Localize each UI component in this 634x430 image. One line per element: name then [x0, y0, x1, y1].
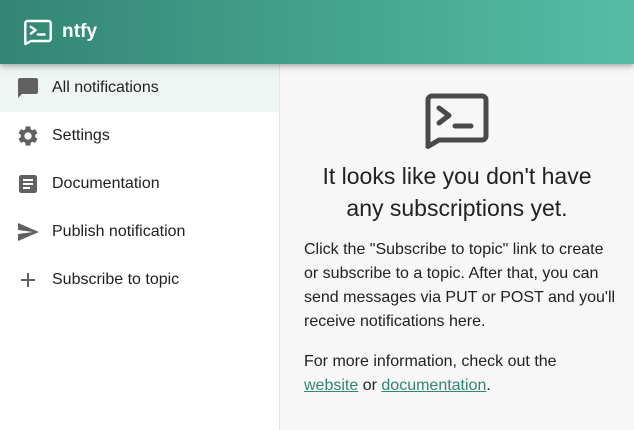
more-info-text: For more information, check out the	[304, 353, 557, 370]
sidebar-item-publish-notification[interactable]: Publish notification	[0, 208, 279, 256]
sidebar-item-documentation[interactable]: Documentation	[0, 160, 279, 208]
article-icon	[19, 175, 37, 193]
more-info-paragraph: For more information, check out the websi…	[304, 350, 622, 398]
or-text: or	[362, 377, 377, 394]
sidebar-item-settings[interactable]: Settings	[0, 112, 279, 160]
ntfy-logo-icon	[24, 19, 52, 45]
app-bar: ntfy	[0, 0, 634, 64]
documentation-link[interactable]: documentation	[381, 377, 486, 394]
main-content: It looks like you don't have any subscri…	[280, 64, 634, 430]
sidebar-item-subscribe-to-topic[interactable]: Subscribe to topic	[0, 256, 279, 304]
headline-line-1: It looks like you don't have	[322, 163, 592, 189]
sidebar-item-label: All notifications	[52, 79, 159, 96]
app-title: ntfy	[62, 21, 98, 42]
plus-icon	[21, 273, 35, 287]
sidebar-item-label: Settings	[52, 127, 110, 144]
chat-bubble-icon	[18, 78, 38, 98]
gear-icon	[18, 126, 38, 146]
instructions-paragraph: Click the "Subscribe to topic" link to c…	[304, 241, 616, 330]
period-text: .	[486, 377, 491, 394]
send-icon	[18, 223, 39, 241]
website-link[interactable]: website	[304, 377, 358, 394]
headline-line-2: any subscriptions yet.	[346, 195, 568, 221]
empty-state-headline: It looks like you don't have any subscri…	[294, 160, 620, 224]
sidebar-item-label: Subscribe to topic	[52, 271, 180, 288]
sidebar-item-label: Publish notification	[52, 223, 186, 240]
terminal-icon	[425, 93, 489, 149]
sidebar-item-label: Documentation	[52, 175, 160, 192]
sidebar-item-all-notifications[interactable]: All notifications	[0, 64, 279, 112]
sidebar: All notifications Settings Documentation…	[0, 64, 280, 430]
